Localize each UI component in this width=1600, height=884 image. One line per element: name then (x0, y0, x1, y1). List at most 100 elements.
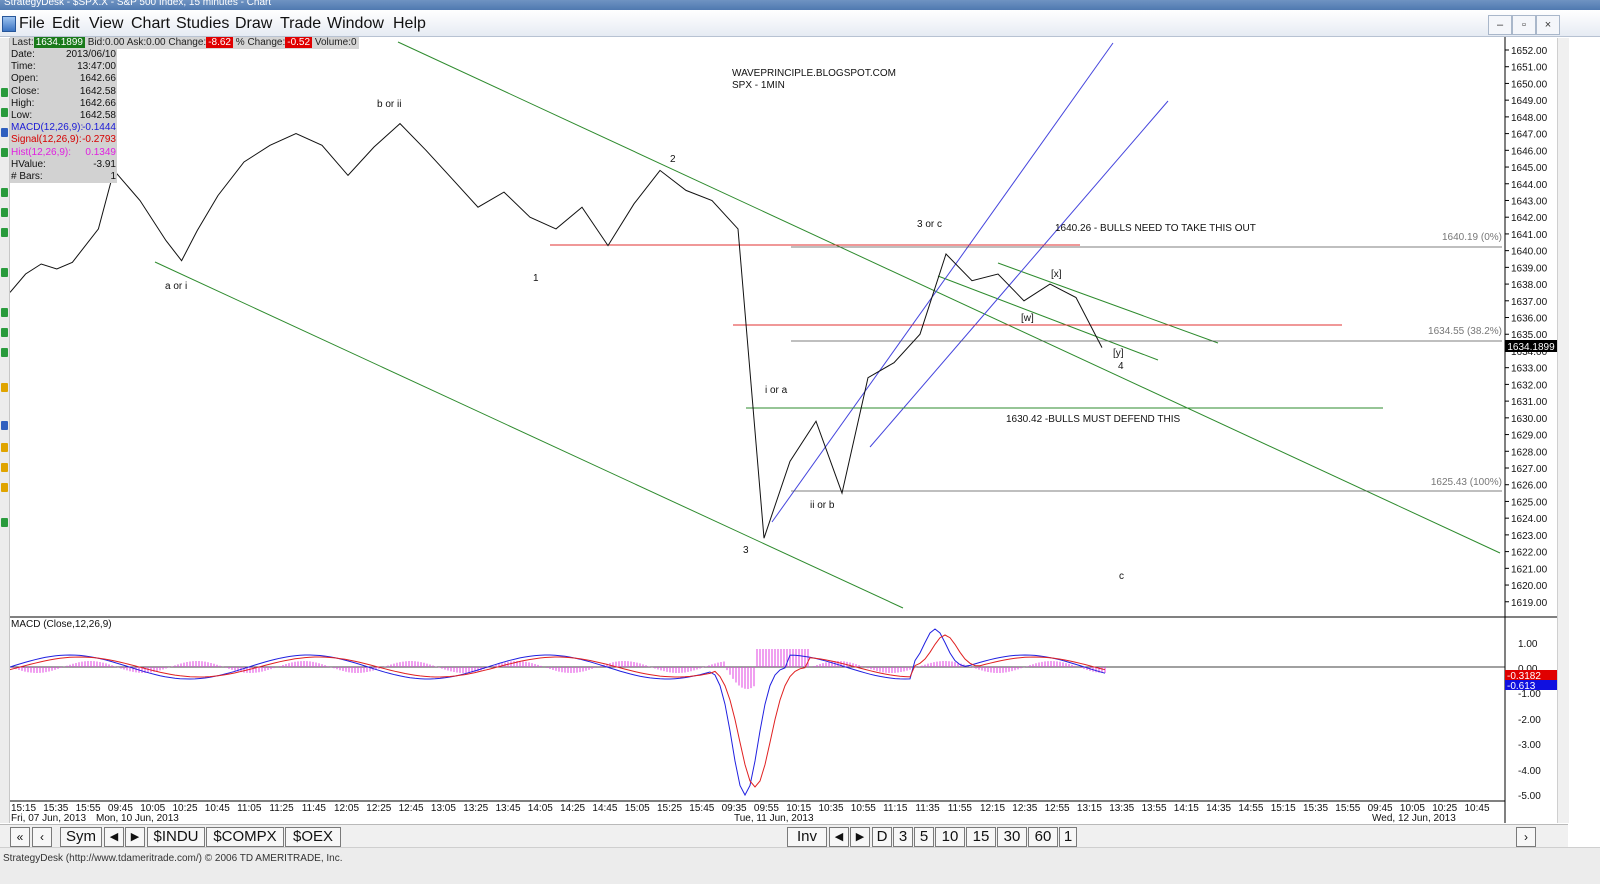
period-5[interactable]: 5 (914, 827, 934, 847)
fib-label-0: 1640.19 (0%) (1442, 232, 1502, 243)
wave-label-3-or-c: 3 or c (917, 219, 942, 230)
trendline-tool-icon[interactable] (1, 88, 8, 97)
period-15[interactable]: 15 (966, 827, 996, 847)
warning-tool-icon[interactable] (1, 443, 8, 452)
flag-tool-icon[interactable] (1, 463, 8, 472)
menu-window[interactable]: Window (327, 15, 384, 33)
vertical-scrollbar[interactable] (1557, 38, 1569, 823)
price-axis: 1652.00 1651.00 1650.00 1649.00 1648.00 1647.… (1505, 46, 1548, 609)
delete-tool-icon[interactable] (1, 518, 8, 527)
chart-header-symbol: SPX - 1MIN (732, 80, 785, 91)
last-price-tag-text: 1634.1899 (1507, 342, 1555, 353)
ellipse-tool-icon[interactable] (1, 328, 8, 337)
sym-button[interactable]: Sym (60, 827, 102, 847)
time-axis-label: 10:45 (1465, 803, 1490, 814)
data-window-row: Signal(12,26,9): -0.2793 (10, 134, 117, 146)
bid-value: 0.00 (104, 37, 125, 48)
fibonacci-tool-icon[interactable] (1, 148, 8, 157)
close-button[interactable]: × (1536, 15, 1560, 35)
ask-label: Ask: (126, 37, 147, 48)
menu-chart[interactable]: Chart (131, 15, 170, 33)
minimize-button[interactable]: – (1488, 15, 1512, 35)
wave-label-4: 4 (1118, 361, 1124, 372)
time-axis-label: 14:45 (592, 803, 617, 814)
data-window-row: Low: 1642.58 (10, 110, 117, 122)
data-window-row: Close: 1642.58 (10, 86, 117, 98)
wave-label-b-or-ii: b or ii (377, 99, 401, 110)
data-window-key: High: (11, 97, 35, 109)
channel-tool-icon[interactable] (1, 108, 8, 117)
menu-edit[interactable]: Edit (52, 15, 80, 33)
marker-tool-icon[interactable] (1, 483, 8, 492)
time-axis-label: 12:35 (1012, 803, 1037, 814)
alert-tool-icon[interactable] (1, 383, 8, 392)
vertical-line-tool-icon[interactable] (1, 228, 8, 237)
period-d[interactable]: D (872, 827, 892, 847)
scroll-next-button[interactable]: › (1516, 827, 1536, 847)
horizontal-line-tool-icon[interactable] (1, 208, 8, 217)
time-axis-label: 12:05 (334, 803, 359, 814)
tab-oex[interactable]: $OEX (285, 827, 341, 847)
sym-prev-button[interactable]: ◀ (104, 827, 124, 847)
data-window-value: 1642.66 (79, 97, 116, 109)
text-tool-icon[interactable] (1, 188, 8, 197)
menu-file[interactable]: File (19, 15, 45, 33)
data-window-value: 1642.58 (79, 85, 116, 97)
menu-draw[interactable]: Draw (235, 15, 272, 33)
price-axis-label: 1622.00 (1511, 548, 1548, 559)
data-window-row: High: 1642.66 (10, 98, 117, 110)
menu-help[interactable]: Help (393, 15, 426, 33)
zoom-tool-icon[interactable] (1, 421, 8, 430)
time-axis-label: 11:25 (269, 803, 294, 814)
time-axis-label: 14:55 (1238, 803, 1263, 814)
period-10[interactable]: 10 (935, 827, 965, 847)
inv-prev-button[interactable]: ◀ (829, 827, 849, 847)
period-30[interactable]: 30 (997, 827, 1027, 847)
time-axis-label: 15:45 (689, 803, 714, 814)
price-axis-label: 1641.00 (1511, 230, 1548, 241)
period-1[interactable]: 1 (1059, 827, 1077, 847)
period-60[interactable]: 60 (1028, 827, 1058, 847)
menu-view[interactable]: View (89, 15, 123, 33)
price-axis-label: 1647.00 (1511, 130, 1548, 141)
scroll-prev-button[interactable]: ‹ (32, 827, 52, 847)
data-window-key: Hist(12,26,9): (11, 146, 72, 158)
price-axis-label: 1642.00 (1511, 213, 1548, 224)
scroll-first-button[interactable]: « (10, 827, 30, 847)
macd-axis-label: -4.00 (1518, 766, 1541, 777)
date-label-tue: Tue, 11 Jun, 2013 (734, 813, 814, 823)
gann-tool-icon[interactable] (1, 348, 8, 357)
menu-studies[interactable]: Studies (176, 15, 229, 33)
time-axis-label: 11:45 (302, 803, 327, 814)
price-axis-label: 1627.00 (1511, 464, 1548, 475)
date-label-mon: Mon, 10 Jun, 2013 (96, 813, 179, 823)
data-window: Date: 2013/06/10 Time: 13:47:00 Open: 1642.66… (10, 49, 117, 183)
time-axis-label: 13:45 (496, 803, 521, 814)
price-chart[interactable]: WAVEPRINCIPLE.BLOGSPOT.COM SPX - 1MIN b … (10, 37, 1557, 823)
arrow-tool-icon[interactable] (1, 308, 8, 317)
app-icon[interactable] (2, 16, 16, 32)
cursor-tool-icon[interactable] (1, 128, 8, 137)
inv-button[interactable]: Inv (787, 827, 827, 847)
sym-next-button[interactable]: ▶ (125, 827, 145, 847)
data-window-key: Close: (11, 85, 40, 97)
data-window-key: Time: (11, 61, 36, 73)
restore-button[interactable]: ▫ (1512, 15, 1536, 35)
inv-next-button[interactable]: ▶ (850, 827, 870, 847)
period-3[interactable]: 3 (893, 827, 913, 847)
rectangle-tool-icon[interactable] (1, 268, 8, 277)
data-window-row: Open: 1642.66 (10, 73, 117, 85)
data-window-row: HValue: -3.91 (10, 159, 117, 171)
tab-compx[interactable]: $COMPX (206, 827, 284, 847)
time-axis-label: 15:15 (1271, 803, 1296, 814)
time-axis-label: 14:35 (1206, 803, 1231, 814)
price-axis-label: 1637.00 (1511, 297, 1548, 308)
macd-histogram (12, 649, 1106, 689)
pct-change-value: -0.52 (285, 37, 313, 48)
data-window-value: 2013/06/10 (65, 49, 116, 60)
tab-indu[interactable]: $INDU (147, 827, 205, 847)
price-axis-label: 1628.00 (1511, 447, 1548, 458)
menu-trade[interactable]: Trade (280, 15, 321, 33)
time-axis-label: 14:25 (560, 803, 585, 814)
price-axis-label: 1651.00 (1511, 63, 1548, 74)
